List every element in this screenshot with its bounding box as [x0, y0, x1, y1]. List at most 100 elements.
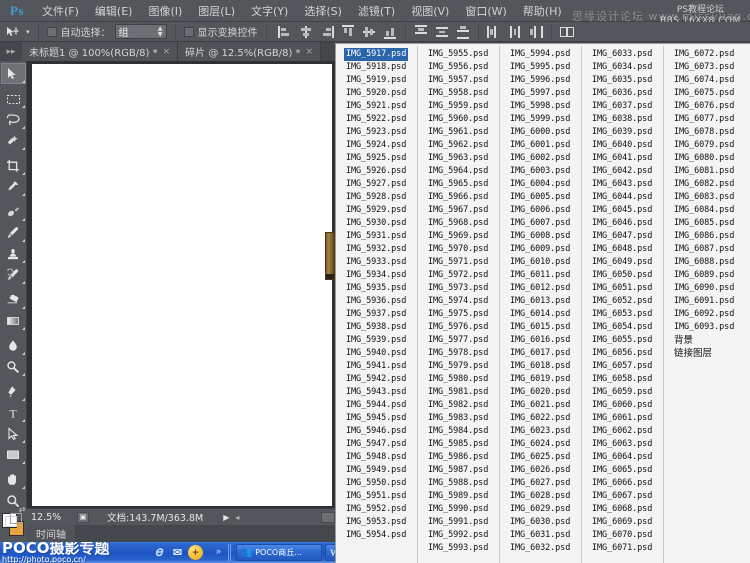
gradient-tool[interactable] — [1, 310, 26, 331]
ie-browser-icon[interactable]: 𝑒 — [152, 545, 167, 560]
file-list-item[interactable]: IMG_6014.psd — [508, 308, 572, 321]
file-list-item[interactable]: IMG_6088.psd — [672, 256, 736, 269]
file-list-item[interactable]: IMG_5919.psd — [344, 74, 408, 87]
file-list-item[interactable]: IMG_6037.psd — [590, 100, 654, 113]
file-list-item[interactable]: IMG_5941.psd — [344, 360, 408, 373]
file-list-item[interactable]: IMG_6016.psd — [508, 334, 572, 347]
document-badge-icon[interactable]: ▣ — [77, 511, 89, 523]
brush-tool[interactable] — [1, 222, 26, 243]
file-list-item[interactable]: IMG_6065.psd — [590, 464, 654, 477]
file-list-item[interactable]: IMG_6086.psd — [672, 230, 736, 243]
file-list-item[interactable]: IMG_5940.psd — [344, 347, 408, 360]
file-list-item[interactable]: IMG_5996.psd — [508, 74, 572, 87]
hand-tool[interactable] — [1, 469, 26, 490]
file-list-item[interactable]: IMG_6020.psd — [508, 386, 572, 399]
file-list-item[interactable]: IMG_5921.psd — [344, 100, 408, 113]
align-bottom-edges-icon[interactable] — [380, 24, 400, 40]
lasso-tool[interactable] — [1, 109, 26, 130]
file-list-item[interactable]: IMG_5989.psd — [426, 490, 490, 503]
document-canvas[interactable] — [32, 64, 335, 506]
file-list-item[interactable]: IMG_6027.psd — [508, 477, 572, 490]
distribute-top-icon[interactable] — [411, 24, 431, 40]
file-list-item[interactable]: IMG_6062.psd — [590, 425, 654, 438]
file-list-item[interactable]: IMG_6004.psd — [508, 178, 572, 191]
file-list-item[interactable]: IMG_5969.psd — [426, 230, 490, 243]
file-list-item[interactable]: IMG_6057.psd — [590, 360, 654, 373]
file-list-item[interactable]: IMG_5948.psd — [344, 451, 408, 464]
tool-preset-chevron-icon[interactable]: ▾ — [26, 28, 30, 36]
close-icon[interactable]: × — [163, 47, 171, 57]
file-list-item[interactable]: IMG_5918.psd — [344, 61, 408, 74]
file-list-item[interactable]: IMG_5977.psd — [426, 334, 490, 347]
file-list-item[interactable]: IMG_6075.psd — [672, 87, 736, 100]
horizontal-type-tool[interactable]: T — [1, 402, 26, 423]
distribute-bottom-icon[interactable] — [453, 24, 473, 40]
file-list-item[interactable]: IMG_5979.psd — [426, 360, 490, 373]
file-list-item[interactable]: IMG_6028.psd — [508, 490, 572, 503]
file-list-item[interactable]: IMG_5965.psd — [426, 178, 490, 191]
menu-image[interactable]: 图像(I) — [140, 1, 190, 21]
menu-type[interactable]: 文字(Y) — [243, 1, 296, 21]
file-list-item[interactable]: IMG_5943.psd — [344, 386, 408, 399]
file-list-item[interactable]: IMG_5946.psd — [344, 425, 408, 438]
file-list-item[interactable]: IMG_6080.psd — [672, 152, 736, 165]
update-plus-icon[interactable]: + — [188, 545, 203, 560]
file-list-item[interactable]: IMG_6043.psd — [590, 178, 654, 191]
file-list-item[interactable]: IMG_6085.psd — [672, 217, 736, 230]
menu-layer[interactable]: 图层(L) — [190, 1, 243, 21]
file-list-item[interactable]: IMG_5971.psd — [426, 256, 490, 269]
file-list-item[interactable]: IMG_5926.psd — [344, 165, 408, 178]
file-list-item[interactable]: IMG_6053.psd — [590, 308, 654, 321]
file-list-item[interactable]: IMG_6040.psd — [590, 139, 654, 152]
quick-selection-tool[interactable] — [1, 130, 26, 151]
file-list-item[interactable]: IMG_5924.psd — [344, 139, 408, 152]
file-list-item[interactable]: IMG_5992.psd — [426, 529, 490, 542]
distribute-right-icon[interactable] — [526, 24, 546, 40]
file-list-item[interactable]: IMG_6068.psd — [590, 503, 654, 516]
screen-mode-button[interactable] — [2, 510, 24, 530]
file-list-item[interactable]: IMG_6050.psd — [590, 269, 654, 282]
file-list-item[interactable]: IMG_6022.psd — [508, 412, 572, 425]
file-list-item[interactable]: IMG_5947.psd — [344, 438, 408, 451]
file-list-item[interactable]: IMG_5990.psd — [426, 503, 490, 516]
auto-select-dropdown[interactable]: 组 ▲ ▼ — [114, 24, 167, 39]
file-list-item[interactable]: IMG_6064.psd — [590, 451, 654, 464]
file-list-item[interactable]: IMG_6083.psd — [672, 191, 736, 204]
tab-untitled-1[interactable]: 未标题1 @ 100%(RGB/8) * × — [22, 42, 179, 61]
file-list-item[interactable]: IMG_6011.psd — [508, 269, 572, 282]
file-list-item[interactable]: IMG_6031.psd — [508, 529, 572, 542]
file-list-item[interactable]: IMG_5964.psd — [426, 165, 490, 178]
file-list-item[interactable]: IMG_5972.psd — [426, 269, 490, 282]
file-list-item[interactable]: IMG_5953.psd — [344, 516, 408, 529]
file-list-item[interactable]: IMG_5945.psd — [344, 412, 408, 425]
file-list-item[interactable]: IMG_6042.psd — [590, 165, 654, 178]
distribute-horizontal-center-icon[interactable] — [505, 24, 525, 40]
email-icon[interactable]: ✉ — [170, 545, 185, 560]
file-list-item[interactable]: IMG_6063.psd — [590, 438, 654, 451]
canvas-area[interactable] — [27, 61, 335, 508]
file-list-item[interactable]: IMG_6033.psd — [590, 48, 654, 61]
play-arrow-icon[interactable]: ▶ — [223, 513, 229, 522]
file-list-item[interactable]: IMG_5985.psd — [426, 438, 490, 451]
file-list-item[interactable]: IMG_5980.psd — [426, 373, 490, 386]
align-left-edges-icon[interactable] — [275, 24, 295, 40]
status-bar-chevron-icon[interactable]: ◂ — [235, 513, 239, 522]
file-list-item[interactable]: IMG_5967.psd — [426, 204, 490, 217]
file-list-item[interactable]: IMG_5988.psd — [426, 477, 490, 490]
file-list-item[interactable]: IMG_6009.psd — [508, 243, 572, 256]
menu-window[interactable]: 窗口(W) — [457, 1, 514, 21]
move-tool-icon[interactable] — [2, 24, 22, 40]
file-list-item[interactable]: IMG_5978.psd — [426, 347, 490, 360]
file-list-item[interactable]: IMG_6051.psd — [590, 282, 654, 295]
file-list-item[interactable]: IMG_5935.psd — [344, 282, 408, 295]
file-list-item[interactable]: IMG_5956.psd — [426, 61, 490, 74]
file-list-item[interactable]: IMG_5995.psd — [508, 61, 572, 74]
file-list-item[interactable]: IMG_6055.psd — [590, 334, 654, 347]
taskbar-button-poco[interactable]: 👥 POCO商丘... — [236, 544, 322, 561]
rectangular-marquee-tool[interactable] — [1, 88, 26, 109]
file-list-item[interactable]: IMG_6073.psd — [672, 61, 736, 74]
file-list-item[interactable]: IMG_5927.psd — [344, 178, 408, 191]
file-list-item[interactable]: IMG_5933.psd — [344, 256, 408, 269]
file-list-item[interactable]: IMG_5950.psd — [344, 477, 408, 490]
file-list-item[interactable]: IMG_5960.psd — [426, 113, 490, 126]
